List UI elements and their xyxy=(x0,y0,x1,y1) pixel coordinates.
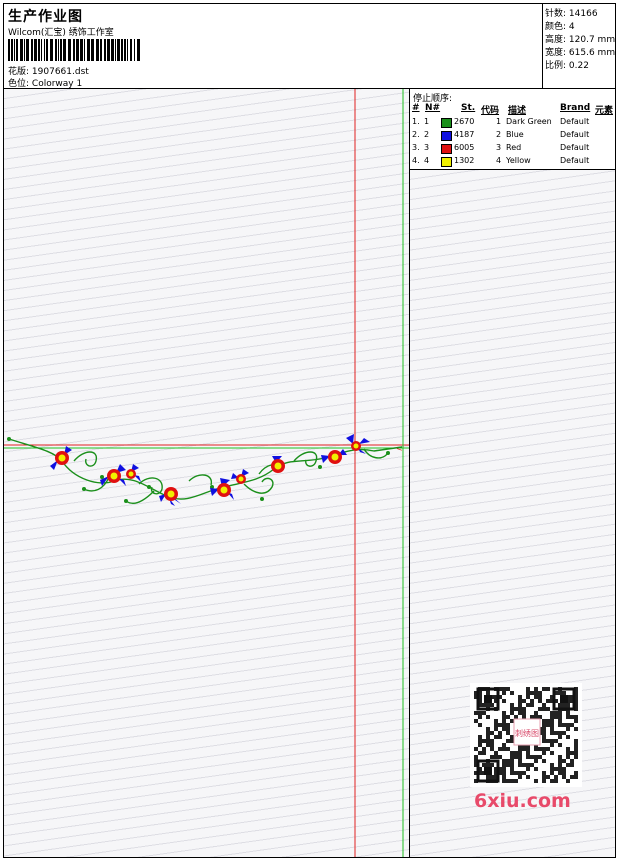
site-watermark: 6xiu.com xyxy=(474,790,571,812)
qr-seal: 刺绣图 xyxy=(515,728,539,738)
col-stitches: St. xyxy=(461,103,476,113)
barcode xyxy=(8,39,140,61)
stat-height: 高度: 120.7 mm xyxy=(545,35,616,45)
table-row: 3. 3 6005 3 Red Default xyxy=(412,143,590,154)
table-row: 1. 1 2670 1 Dark Green Default xyxy=(412,117,590,128)
color-swatch xyxy=(441,157,452,167)
vine-leaves xyxy=(7,437,390,503)
table-row: 2. 2 4187 2 Blue Default xyxy=(412,130,590,141)
table-row: 4. 4 1302 4 Yellow Default xyxy=(412,156,590,167)
stat-colors: 颜色: 4 xyxy=(545,22,575,32)
flower-1 xyxy=(50,446,72,470)
start-marker-icon: < xyxy=(396,444,403,453)
page-title: 生产作业图 xyxy=(8,9,83,25)
flower-8 xyxy=(321,449,347,464)
design-preview: < xyxy=(4,89,409,857)
flower-7 xyxy=(271,456,285,473)
studio-subtitle: Wilcom(汇宝) 绣饰工作室 xyxy=(8,28,114,38)
col-num: # xyxy=(412,103,420,113)
col-brand: Brand xyxy=(560,103,591,113)
stat-stitches: 针数: 14166 xyxy=(545,9,598,19)
qr-code: 刺绣图 xyxy=(470,683,582,787)
design-canvas: < xyxy=(4,89,410,857)
stat-scale: 比例: 0.22 xyxy=(545,61,589,71)
color-swatch xyxy=(441,144,452,154)
design-stats: 针数: 14166 颜色: 4 高度: 120.7 mm 宽度: 615.6 m… xyxy=(542,4,618,88)
col-code: 代码 xyxy=(481,106,500,116)
col-element: 元素 xyxy=(595,106,614,116)
stat-width: 宽度: 615.6 mm xyxy=(545,48,616,58)
color-swatch xyxy=(441,118,452,128)
flower-2 xyxy=(100,464,126,486)
col-n: N# xyxy=(425,103,441,113)
col-desc: 描述 xyxy=(508,106,527,116)
stop-sequence-table: 停止顺序: # N# St. 代码 描述 Brand 元素 1. 1 2670 … xyxy=(410,89,615,170)
flower-5 xyxy=(210,478,234,500)
color-swatch xyxy=(441,131,452,141)
